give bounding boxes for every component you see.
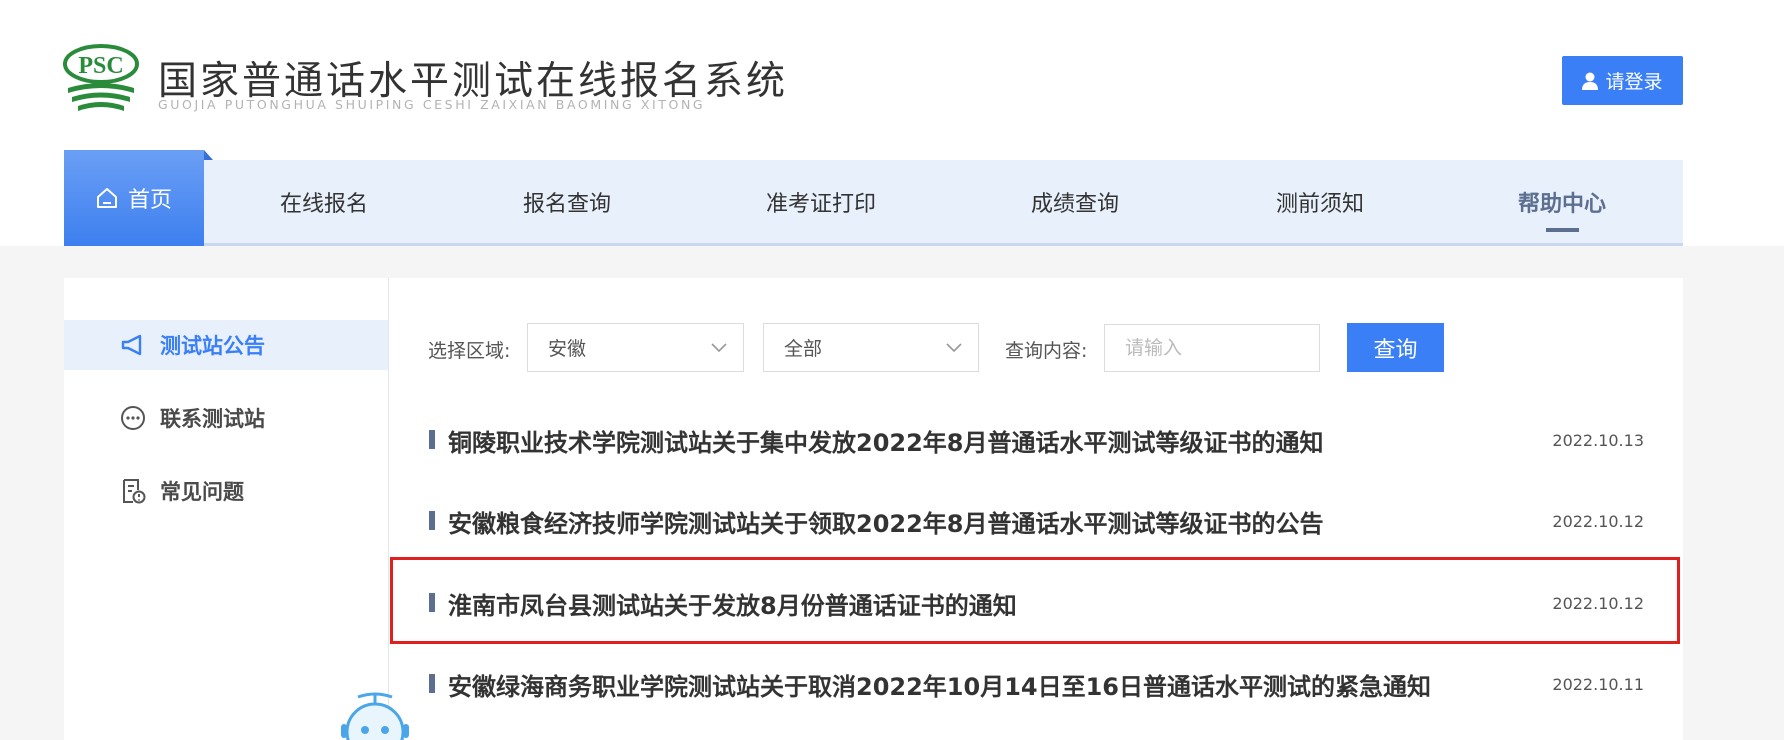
news-date: 2022.10.13 [1552, 431, 1644, 450]
nav-active-indicator [1546, 228, 1579, 232]
news-title[interactable]: 铜陵职业技术学院测试站关于集中发放2022年8月普通话水平测试等级证书的通知 [448, 423, 1324, 458]
news-marker [429, 674, 435, 693]
psc-logo[interactable]: PSC [62, 44, 140, 118]
region-label: 选择区域: [428, 340, 511, 362]
login-label: 请登录 [1605, 71, 1663, 93]
query-button[interactable]: 查询 [1347, 323, 1444, 372]
sidebar-item-label: 测试站公告 [160, 334, 265, 358]
news-title[interactable]: 淮南市凤台县测试站关于发放8月份普通话证书的通知 [448, 586, 1017, 621]
login-button[interactable]: 请登录 [1562, 56, 1683, 105]
news-date: 2022.10.12 [1552, 594, 1644, 613]
user-icon [1582, 72, 1599, 90]
news-title[interactable]: 安徽绿海商务职业学院测试站关于取消2022年10月14日至16日普通话水平测试的… [448, 667, 1431, 702]
svg-text:PSC: PSC [78, 53, 123, 79]
news-date: 2022.10.11 [1552, 675, 1644, 694]
nav-online-registration[interactable]: 在线报名 [254, 160, 394, 243]
chevron-down-icon [711, 342, 727, 352]
chevron-down-icon [946, 342, 962, 352]
robot-assistant-icon[interactable] [338, 692, 412, 740]
nav-score-query[interactable]: 成绩查询 [1005, 160, 1145, 243]
sidebar-item-faq[interactable]: 常见问题 [64, 466, 388, 516]
news-marker [429, 511, 435, 530]
news-date: 2022.10.12 [1552, 512, 1644, 531]
nav-admission-ticket-print[interactable]: 准考证打印 [751, 160, 891, 243]
news-item[interactable]: 铜陵职业技术学院测试站关于集中发放2022年8月普通话水平测试等级证书的通知 2… [390, 403, 1680, 477]
site-subtitle: GUOJIA PUTONGHUA SHUIPING CESHI ZAIXIAN … [158, 97, 706, 112]
city-select[interactable]: 全部 [763, 323, 979, 372]
city-select-value: 全部 [784, 338, 823, 360]
news-title[interactable]: 安徽粮食经济技师学院测试站关于领取2022年8月普通话水平测试等级证书的公告 [448, 504, 1324, 539]
news-marker [429, 593, 435, 612]
news-marker [429, 430, 435, 449]
news-item[interactable]: 安徽粮食经济技师学院测试站关于领取2022年8月普通话水平测试等级证书的公告 2… [390, 484, 1680, 558]
sidebar-item-label: 联系测试站 [160, 407, 265, 431]
sidebar-item-test-station-notices[interactable]: 测试站公告 [64, 320, 388, 370]
province-select[interactable]: 安徽 [527, 323, 744, 372]
query-label: 查询内容: [1005, 340, 1088, 362]
province-select-value: 安徽 [548, 338, 587, 360]
sidebar-item-contact-station[interactable]: 联系测试站 [64, 393, 388, 443]
document-question-icon [123, 479, 146, 504]
nav-registration-query[interactable]: 报名查询 [497, 160, 637, 243]
nav-pre-test-notice[interactable]: 测前须知 [1250, 160, 1390, 243]
home-icon [96, 188, 117, 208]
chat-bubble-icon [121, 406, 145, 430]
megaphone-icon [121, 334, 142, 356]
news-item[interactable]: 淮南市凤台县测试站关于发放8月份普通话证书的通知 2022.10.12 [390, 566, 1680, 640]
nav-home-label: 首页 [127, 188, 172, 213]
nav-home[interactable]: 首页 [64, 150, 213, 246]
query-input[interactable] [1104, 324, 1320, 372]
news-item[interactable]: 安徽绿海商务职业学院测试站关于取消2022年10月14日至16日普通话水平测试的… [390, 647, 1680, 721]
sidebar-item-label: 常见问题 [160, 480, 244, 504]
